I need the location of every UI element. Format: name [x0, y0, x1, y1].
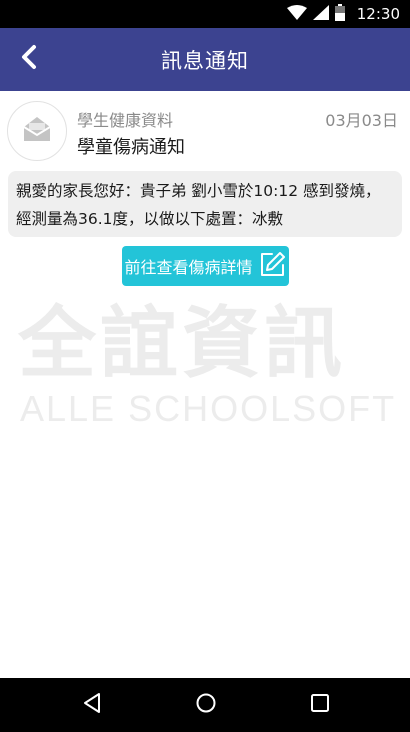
- watermark-chinese: 全誼資訊: [18, 299, 347, 389]
- wifi-icon: [286, 4, 307, 24]
- home-circle-icon: [195, 692, 217, 718]
- nav-recents-button[interactable]: [305, 690, 335, 720]
- signal-icon: [312, 4, 329, 24]
- watermark: 全誼資訊 ALLE SCHOOLSOFT: [18, 299, 398, 439]
- watermark-english: ALLE SCHOOLSOFT: [20, 388, 397, 429]
- recents-square-icon: [310, 693, 330, 717]
- message-line: 親愛的家長您好：貴子弟 劉小雪於10:12 感到發燒，: [16, 182, 381, 200]
- notification-category: 學生健康資料: [77, 111, 174, 130]
- message-line: 經測量為36.1度，以做以下處置：冰敷: [16, 210, 284, 228]
- notification-content: 全誼資訊 ALLE SCHOOLSOFT 學生健康資料 03月03日 學童傷病通…: [0, 91, 410, 678]
- status-bar: 12:30: [0, 0, 410, 28]
- navigation-bar: [0, 678, 410, 732]
- message-box: 親愛的家長您好：貴子弟 劉小雪於10:12 感到發燒， 經測量為36.1度，以做…: [8, 171, 402, 237]
- nav-back-button[interactable]: [77, 690, 107, 720]
- page-title: 訊息通知: [161, 48, 249, 73]
- view-injury-details-button[interactable]: 前往查看傷病詳情: [122, 246, 289, 286]
- edit-icon: [259, 250, 287, 282]
- notification-subject: 學童傷病通知: [77, 137, 185, 158]
- status-time: 12:30: [356, 5, 400, 23]
- battery-icon: [334, 3, 345, 25]
- nav-home-button[interactable]: [191, 690, 221, 720]
- notification-date: 03月03日: [325, 111, 398, 130]
- detail-button-label: 前往查看傷病詳情: [124, 258, 253, 277]
- avatar: [7, 101, 67, 161]
- status-icons: 12:30: [286, 0, 400, 28]
- app-bar: 訊息通知: [0, 28, 410, 91]
- envelope-icon: [22, 115, 52, 147]
- back-triangle-icon: [82, 692, 102, 718]
